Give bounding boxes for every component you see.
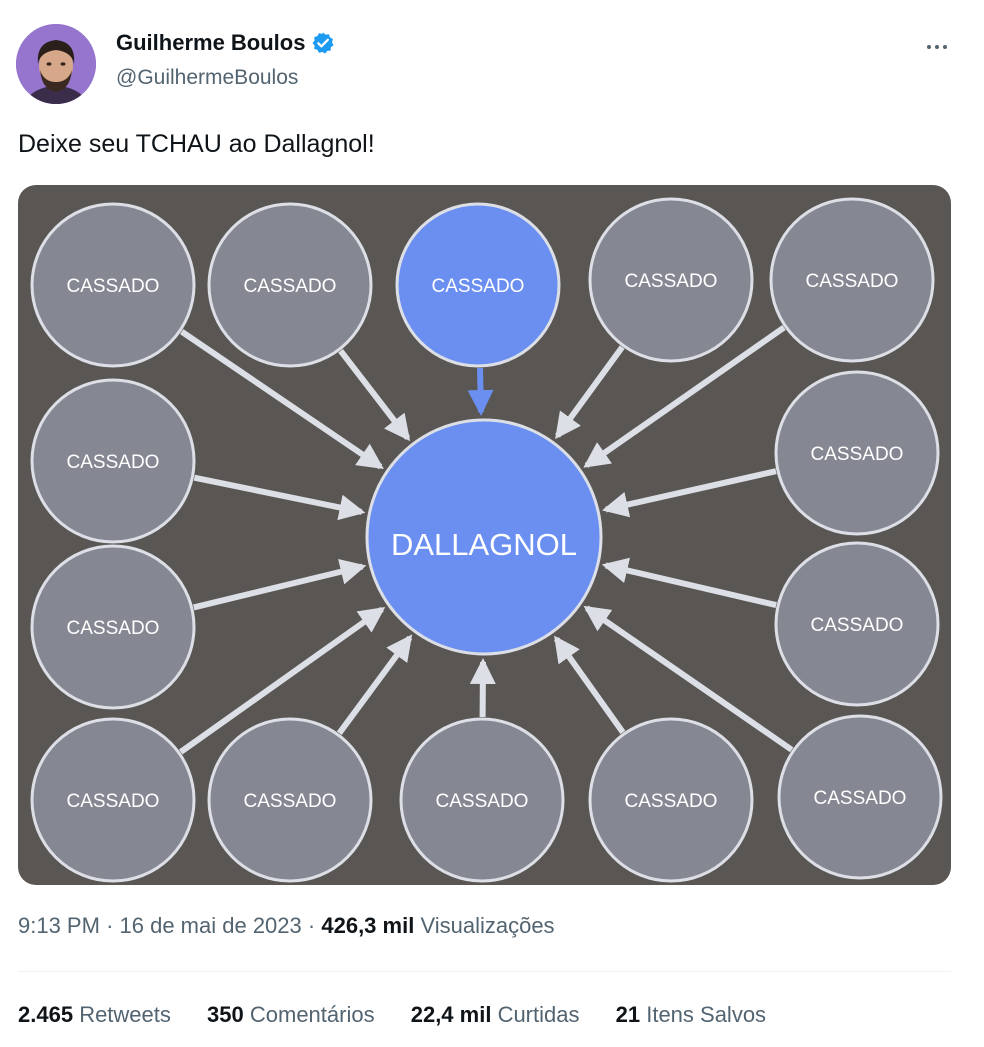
- cassado-node: CASSADO: [588, 717, 754, 883]
- arrow: [555, 345, 625, 440]
- cassado-node: CASSADO: [774, 541, 940, 707]
- avatar-portrait-icon: [16, 24, 96, 104]
- arrow: [467, 367, 494, 416]
- arrow: [192, 559, 367, 611]
- tweet-text: Deixe seu TCHAU ao Dallagnol!: [18, 130, 375, 158]
- author-handle[interactable]: @GuilhermeBoulos: [116, 66, 298, 90]
- saves-stat[interactable]: 21 Itens Salvos: [616, 1002, 766, 1028]
- cassado-node: CASSADO: [774, 370, 940, 536]
- cassado-node: CASSADO: [207, 202, 373, 368]
- cassado-node-highlighted: CASSADO: [395, 202, 561, 368]
- cassado-node: CASSADO: [588, 197, 754, 363]
- author-avatar[interactable]: [16, 24, 96, 104]
- cassado-label: CASSADO: [625, 271, 718, 292]
- cassado-node: CASSADO: [30, 378, 196, 544]
- cassado-label: CASSADO: [67, 618, 160, 639]
- dallagnol-node: DALLAGNOL: [365, 418, 603, 656]
- more-options-button[interactable]: [920, 30, 954, 64]
- cassado-node: CASSADO: [399, 717, 565, 883]
- cassado-node: CASSADO: [30, 202, 196, 368]
- author-display-name[interactable]: Guilherme Boulos: [116, 30, 305, 56]
- tweet-image[interactable]: CASSADO CASSADO CASSADO CASSADO CASSADO CASSA…: [18, 185, 951, 885]
- cassado-label: CASSADO: [67, 452, 160, 473]
- tweet-meta: 9:13 PM · 16 de mai de 2023 · 426,3 mil …: [18, 913, 555, 938]
- cassado-label: CASSADO: [814, 788, 907, 809]
- cassado-node: CASSADO: [30, 717, 196, 883]
- cassado-node: CASSADO: [777, 714, 943, 880]
- arrow: [336, 634, 413, 735]
- cassado-node: CASSADO: [30, 544, 196, 710]
- cassado-label: CASSADO: [67, 276, 160, 297]
- arrow: [193, 474, 366, 521]
- cassado-label: CASSADO: [811, 444, 904, 465]
- more-horizontal-icon: [927, 45, 931, 49]
- author-name-row[interactable]: Guilherme Boulos: [116, 30, 335, 56]
- retweets-stat[interactable]: 2.465 Retweets: [18, 1002, 171, 1028]
- cassado-diagram: CASSADO CASSADO CASSADO CASSADO CASSADO CASSA…: [30, 197, 943, 883]
- cassado-label: CASSADO: [244, 276, 337, 297]
- cassado-node: CASSADO: [769, 197, 935, 363]
- views-label: Visualizações: [420, 913, 555, 938]
- cassado-label: CASSADO: [67, 791, 160, 812]
- cassado-label: CASSADO: [244, 791, 337, 812]
- cassado-node: CASSADO: [207, 717, 373, 883]
- comments-stat[interactable]: 350 Comentários: [207, 1002, 375, 1028]
- tweet-stats: 2.465 Retweets 350 Comentários 22,4 mil …: [18, 1002, 796, 1028]
- arrow: [601, 557, 777, 609]
- dallagnol-label: DALLAGNOL: [391, 527, 577, 562]
- cassado-label: CASSADO: [432, 276, 525, 297]
- verified-badge-icon: [312, 32, 334, 54]
- divider: [18, 971, 951, 972]
- tweet-date[interactable]: 16 de mai de 2023: [120, 913, 302, 938]
- arrow: [553, 635, 626, 735]
- cassado-label: CASSADO: [811, 615, 904, 636]
- likes-stat[interactable]: 22,4 mil Curtidas: [411, 1002, 580, 1028]
- cassado-label: CASSADO: [806, 271, 899, 292]
- views-count: 426,3 mil: [321, 913, 415, 938]
- cassado-label: CASSADO: [625, 791, 718, 812]
- arrow: [338, 348, 411, 442]
- cassado-label: CASSADO: [436, 791, 529, 812]
- tweet-time[interactable]: 9:13 PM: [18, 913, 100, 938]
- arrow: [601, 468, 777, 518]
